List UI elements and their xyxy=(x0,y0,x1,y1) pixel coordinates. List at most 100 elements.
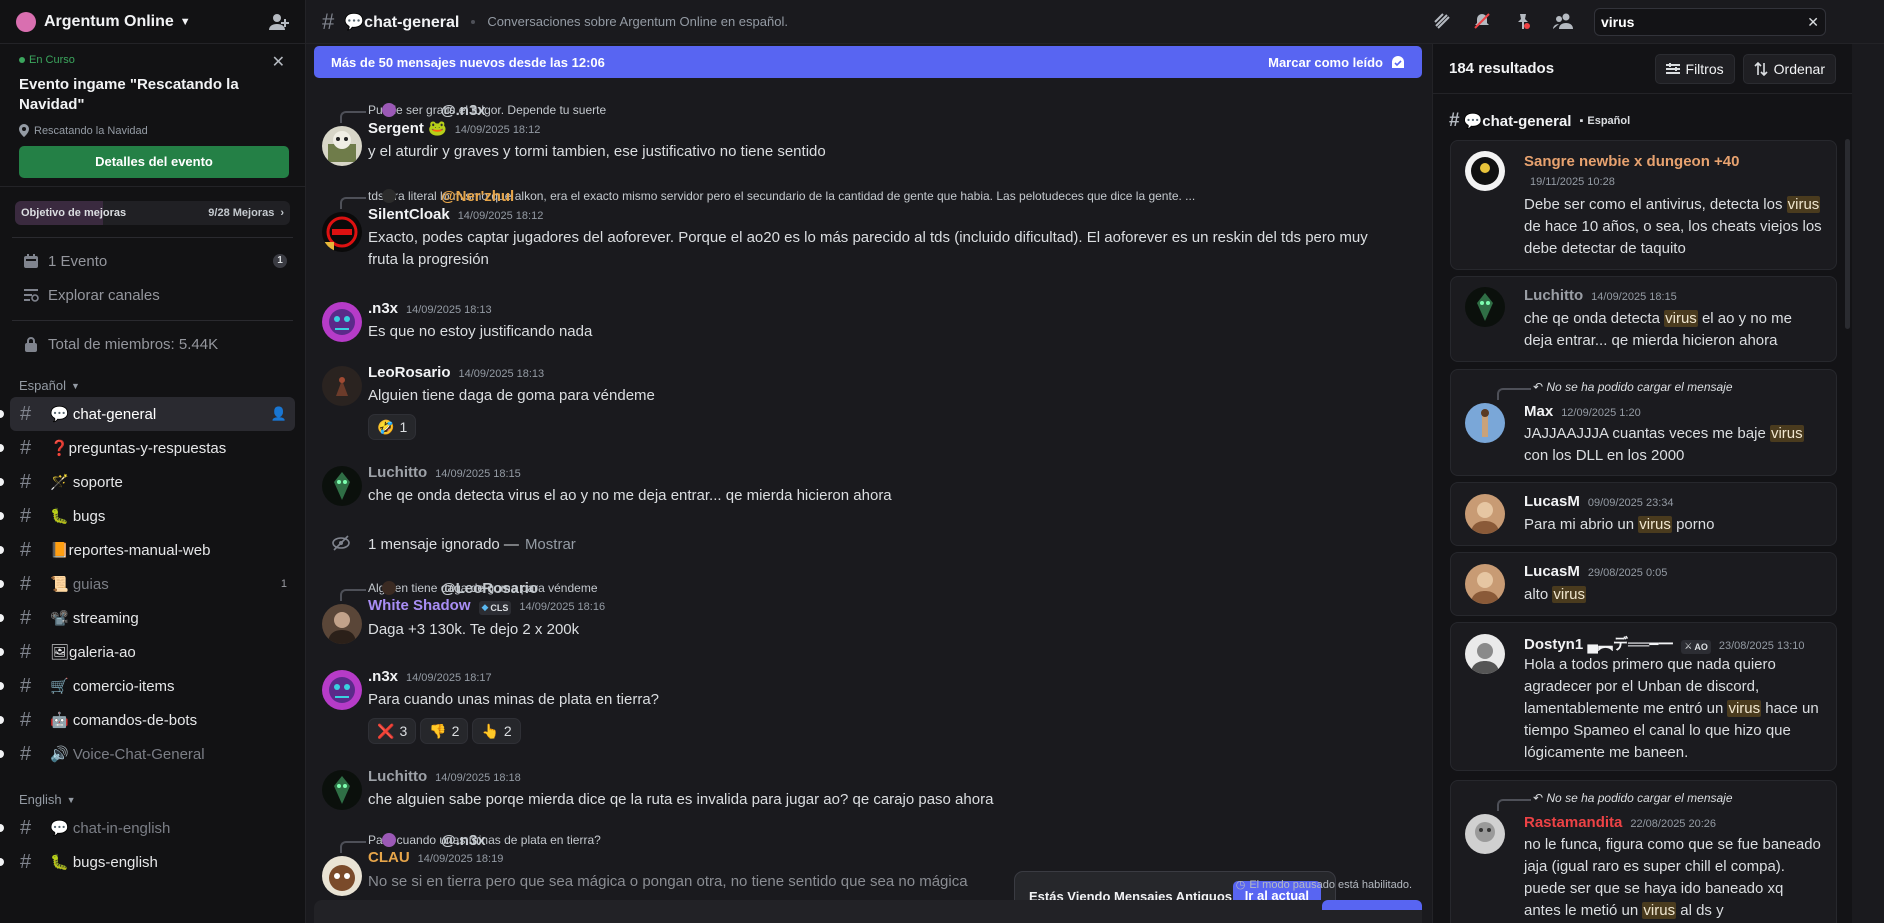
search-box[interactable]: ✕ xyxy=(1594,8,1826,36)
result-author-name[interactable]: LucasM xyxy=(1524,563,1580,580)
reply-preview[interactable]: @LeoRosario Alguien tiene daga de goma p… xyxy=(340,580,598,601)
message-text: Alguien tiene daga de goma para véndeme xyxy=(368,387,655,404)
category-espanol[interactable]: Español ▼ xyxy=(0,367,305,393)
notifications-muted-icon[interactable] xyxy=(1473,12,1491,30)
search-result[interactable]: ↶ No se ha podido cargar el mensaje Rast… xyxy=(1450,780,1837,923)
channel-item[interactable]: # 🤖 comandos-de-bots xyxy=(0,703,295,737)
result-author-name[interactable]: Rastamandita xyxy=(1524,814,1622,831)
channel-item[interactable]: # 💬 chat-in-english xyxy=(0,811,295,845)
result-author-name[interactable]: Max xyxy=(1524,403,1553,420)
message-author[interactable]: .n3x xyxy=(368,668,398,685)
channel-item[interactable]: # 📽️ streaming xyxy=(0,601,295,635)
avatar[interactable] xyxy=(1465,403,1505,443)
channel-item[interactable]: # 🐛 bugs xyxy=(0,499,295,533)
invite-people-icon[interactable] xyxy=(269,13,289,31)
avatar[interactable] xyxy=(1465,634,1505,674)
search-result[interactable]: LucasM 29/08/2025 0:05 alto virus xyxy=(1450,552,1837,616)
result-author-name[interactable]: Dostyn1 ▄︻デ══━一 xyxy=(1524,633,1673,654)
reaction[interactable]: ❌ 3 xyxy=(368,718,417,744)
avatar[interactable] xyxy=(1465,287,1505,327)
close-icon[interactable]: ✕ xyxy=(272,52,285,72)
laughing-emoji-icon: 🤣 xyxy=(377,418,395,435)
event-details-button[interactable]: Detalles del evento xyxy=(19,146,289,178)
mark-as-read-button[interactable]: Marcar como leído xyxy=(1268,55,1383,70)
avatar[interactable] xyxy=(322,856,362,896)
channel-item[interactable]: # 🐛 bugs-english xyxy=(0,845,295,879)
channel-item[interactable]: # 📙reportes-manual-web xyxy=(0,533,295,567)
search-result[interactable]: Sangre newbie x dungeon +40 19/11/2025 1… xyxy=(1450,140,1837,270)
message[interactable]: @Ner'zhul tds era literal lo mismo que a… xyxy=(306,188,1432,284)
pin-icon[interactable] xyxy=(1513,12,1531,30)
channel-item[interactable]: # 💬 chat-general 👤 xyxy=(0,397,295,431)
result-author-name[interactable]: Luchitto xyxy=(1524,287,1583,304)
search-result[interactable]: ↶ No se ha podido cargar el mensaje Max 1… xyxy=(1450,369,1837,476)
server-header[interactable]: Argentum Online ▼ xyxy=(0,0,305,44)
search-result[interactable]: LucasM 09/09/2025 23:34 Para mi abrio un … xyxy=(1450,482,1837,546)
reaction[interactable]: 👎 2 xyxy=(420,718,469,744)
message[interactable]: Luchitto 14/09/2025 18:15 che qe onda de… xyxy=(306,464,1432,510)
avatar[interactable] xyxy=(322,770,362,810)
channel-item[interactable]: # 📜 guias 1 xyxy=(0,567,295,601)
threads-icon[interactable] xyxy=(1433,12,1451,30)
chevron-down-icon[interactable]: ▼ xyxy=(180,16,191,28)
scrollbar[interactable] xyxy=(1845,139,1850,329)
channel-item[interactable]: # 🖼galeria-ao xyxy=(0,635,295,669)
message[interactable]: @.n3x Puede ser gratis el fulgor. Depend… xyxy=(306,102,1432,172)
search-input[interactable] xyxy=(1601,14,1791,30)
result-author-name[interactable]: Sangre newbie x dungeon +40 xyxy=(1524,153,1739,170)
composer-action-button[interactable] xyxy=(1322,900,1422,910)
message-author[interactable]: Luchitto xyxy=(368,768,427,785)
message-author[interactable]: Luchitto xyxy=(368,464,427,481)
reply-preview[interactable]: @.n3x Puede ser gratis el fulgor. Depend… xyxy=(339,102,606,123)
message[interactable]: .n3x 14/09/2025 18:13 Es que no estoy ju… xyxy=(306,300,1432,346)
search-result[interactable]: Luchitto 14/09/2025 18:15 che qe onda det… xyxy=(1450,276,1837,362)
avatar[interactable] xyxy=(322,302,362,342)
avatar[interactable] xyxy=(1465,814,1505,854)
message[interactable]: @LeoRosario Alguien tiene daga de goma p… xyxy=(306,580,1432,650)
message-composer[interactable] xyxy=(314,900,1422,923)
search-result[interactable]: Dostyn1 ▄︻デ══━一 ⚔ AO 23/08/2025 13:10 Hola … xyxy=(1450,622,1837,771)
message-author[interactable]: Sergent 🐸 xyxy=(368,119,447,137)
reaction[interactable]: 👆 2 xyxy=(472,718,521,744)
sidebar-item-events[interactable]: 1 Evento 1 xyxy=(0,244,305,278)
sidebar-item-members[interactable]: Total de miembros: 5.44K xyxy=(0,327,305,361)
boost-goal[interactable]: Objetivo de mejoras 9/28 Mejoras › xyxy=(15,201,290,225)
avatar[interactable] xyxy=(322,604,362,644)
new-messages-bar[interactable]: Más de 50 mensajes nuevos desde las 12:0… xyxy=(314,46,1422,78)
channel-item[interactable]: # 🪄 soporte xyxy=(0,465,295,499)
result-channel-header[interactable]: # 💬chat-general ▪ Español xyxy=(1449,110,1630,132)
channel-item[interactable]: # 🛒 comercio-items xyxy=(0,669,295,703)
show-ignored-button[interactable]: Mostrar xyxy=(525,536,576,553)
reply-preview[interactable]: @.n3x Para cuando unas minas de plata en… xyxy=(340,832,601,853)
message[interactable]: LeoRosario 14/09/2025 18:13 Alguien tien… xyxy=(306,364,1432,448)
message-author[interactable]: LeoRosario xyxy=(368,364,451,381)
avatar[interactable] xyxy=(1465,151,1505,191)
avatar[interactable] xyxy=(1465,564,1505,604)
filters-button[interactable]: Filtros xyxy=(1654,53,1735,84)
reply-preview[interactable]: @Ner'zhul tds era literal lo mismo que a… xyxy=(339,188,1195,209)
avatar[interactable] xyxy=(322,126,362,166)
message-author[interactable]: SilentCloak xyxy=(368,206,450,223)
channel-topic[interactable]: Conversaciones sobre Argentum Online en … xyxy=(487,14,788,29)
sidebar-item-browse-channels[interactable]: Explorar canales xyxy=(0,278,305,312)
message-author[interactable]: CLAU xyxy=(368,849,410,866)
invite-icon[interactable]: 👤 xyxy=(271,406,287,422)
message[interactable]: Luchitto 14/09/2025 18:18 che alguien sa… xyxy=(306,768,1432,814)
clear-search-icon[interactable]: ✕ xyxy=(1807,14,1819,31)
message-author[interactable]: White Shadow xyxy=(368,597,471,614)
channel-item[interactable]: # 🔊 Voice-Chat-General xyxy=(0,737,295,771)
event-location: Rescatando la Navidad xyxy=(19,124,286,137)
category-english[interactable]: English ▼ xyxy=(0,781,305,807)
avatar[interactable] xyxy=(1465,494,1505,534)
result-author-name[interactable]: LucasM xyxy=(1524,493,1580,510)
message-author[interactable]: .n3x xyxy=(368,300,398,317)
member-list-icon[interactable] xyxy=(1553,12,1573,30)
message[interactable]: .n3x 14/09/2025 18:17 Para cuando unas m… xyxy=(306,668,1432,752)
avatar[interactable] xyxy=(322,366,362,406)
avatar[interactable] xyxy=(322,466,362,506)
avatar[interactable] xyxy=(322,212,362,252)
reaction[interactable]: 🤣 1 xyxy=(368,414,417,440)
sort-button[interactable]: Ordenar xyxy=(1742,53,1836,84)
avatar[interactable] xyxy=(322,670,362,710)
channel-item[interactable]: # ❓preguntas-y-respuestas xyxy=(0,431,295,465)
